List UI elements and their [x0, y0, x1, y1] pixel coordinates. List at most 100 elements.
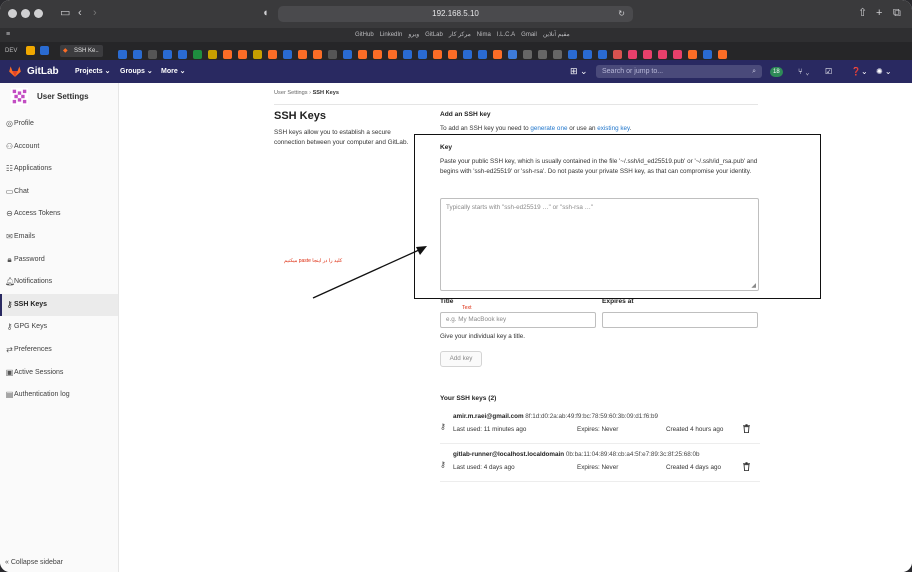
- sidebar-item-preferences[interactable]: ⇄ Preferences: [0, 339, 118, 361]
- new-tab-icon[interactable]: +: [876, 6, 882, 20]
- forward-icon[interactable]: ›: [93, 6, 97, 20]
- delete-key-icon[interactable]: [743, 462, 750, 471]
- tab-favicon-icon[interactable]: [688, 50, 697, 60]
- tab-favicon-icon[interactable]: [133, 50, 142, 60]
- more-menu[interactable]: More ⌄: [161, 60, 186, 83]
- resize-handle-icon[interactable]: ◢: [751, 282, 756, 289]
- sidebar-item-authentication-log[interactable]: ▤ Authentication log: [0, 384, 118, 406]
- sidebar-item-chat[interactable]: ▭ Chat: [0, 181, 118, 203]
- tab-favicon-icon[interactable]: [163, 50, 172, 60]
- tab-favicon-icon[interactable]: [388, 50, 397, 60]
- share-icon[interactable]: ⇧: [858, 6, 867, 20]
- back-icon[interactable]: ‹: [78, 6, 82, 20]
- close-window-button[interactable]: [8, 9, 17, 18]
- tab-favicon-icon[interactable]: [26, 46, 35, 55]
- tab-favicon-icon[interactable]: [628, 50, 637, 60]
- tab-favicon-icon[interactable]: [208, 50, 217, 60]
- tab-favicon-icon[interactable]: [478, 50, 487, 60]
- tab-favicon-icon[interactable]: [313, 50, 322, 60]
- tab-favicon-icon[interactable]: [328, 50, 337, 60]
- sidebar-item-applications[interactable]: ☷ Applications: [0, 158, 118, 180]
- ssh-key-title[interactable]: amir.m.raei@gmail.com 8f:1d:d0:2a:ab:49:…: [453, 413, 658, 420]
- sidebar-item-notifications[interactable]: 🔔︎ Notifications: [0, 271, 118, 293]
- title-input[interactable]: e.g. My MacBook key: [440, 312, 596, 328]
- key-textarea[interactable]: Typically starts with "ssh-ed25519 …" or…: [440, 198, 759, 291]
- tab-favicon-icon[interactable]: [118, 50, 127, 60]
- projects-menu[interactable]: Projects ⌄: [75, 60, 110, 83]
- tab-dev[interactable]: DEV: [5, 45, 17, 57]
- tab-overview-icon[interactable]: ⧉: [893, 6, 901, 20]
- ssh-key-row[interactable]: ⚷ gitlab-runner@localhost.localdomain 0b:…: [440, 451, 760, 487]
- bookmark-item[interactable]: Gmail: [521, 32, 537, 38]
- ssh-key-row[interactable]: ⚷ amir.m.raei@gmail.com 8f:1d:d0:2a:ab:49…: [440, 413, 760, 449]
- ssh-key-title[interactable]: gitlab-runner@localhost.localdomain 0b:b…: [453, 451, 700, 458]
- groups-menu[interactable]: Groups ⌄: [120, 60, 153, 83]
- sidebar-header[interactable]: User Settings: [0, 83, 118, 111]
- zoom-window-button[interactable]: [34, 9, 43, 18]
- address-bar[interactable]: 192.168.5.10 ↻: [278, 6, 633, 22]
- help-icon[interactable]: ❓⌄: [851, 60, 868, 83]
- sidebar-item-account[interactable]: ⚇ Account: [0, 136, 118, 158]
- generate-one-link[interactable]: generate one: [530, 125, 567, 132]
- tab-favicon-icon[interactable]: [718, 50, 727, 60]
- tab-favicon-icon[interactable]: [643, 50, 652, 60]
- sidebar-item-active-sessions[interactable]: ▣ Active Sessions: [0, 362, 118, 384]
- sidebar-toggle-icon[interactable]: ▭: [60, 6, 70, 20]
- reload-icon[interactable]: ↻: [618, 6, 625, 22]
- tab-favicon-icon[interactable]: [178, 50, 187, 60]
- sidebar-item-ssh-keys[interactable]: ⚷ SSH Keys: [0, 293, 118, 316]
- sidebar-item-emails[interactable]: ✉ Emails: [0, 226, 118, 248]
- bookmark-item[interactable]: مرکز کار: [449, 32, 471, 38]
- tab-favicon-icon[interactable]: [553, 50, 562, 60]
- expires-date-input[interactable]: [602, 312, 758, 328]
- tab-favicon-icon[interactable]: [253, 50, 262, 60]
- tab-favicon-icon[interactable]: [448, 50, 457, 60]
- bookmark-item[interactable]: I.L.C.A: [497, 32, 515, 38]
- tab-favicon-icon[interactable]: [598, 50, 607, 60]
- tab-favicon-icon[interactable]: [283, 50, 292, 60]
- tab-favicon-icon[interactable]: [523, 50, 532, 60]
- bookmark-item[interactable]: Nima: [477, 32, 491, 38]
- existing-key-link[interactable]: existing key: [597, 125, 629, 132]
- minimize-window-button[interactable]: [21, 9, 30, 18]
- tab-favicon-icon[interactable]: [463, 50, 472, 60]
- menu-icon[interactable]: ≡: [6, 28, 10, 42]
- bookmark-item[interactable]: GitHub: [355, 32, 374, 38]
- sidebar-item-access-tokens[interactable]: ⊖ Access Tokens: [0, 203, 118, 225]
- breadcrumb-ssh-keys[interactable]: SSH Keys: [313, 90, 339, 96]
- bookmark-item[interactable]: GitLab: [425, 32, 443, 38]
- merge-requests-icon[interactable]: ⑂ ⌄: [798, 60, 810, 83]
- add-key-button[interactable]: Add key: [440, 351, 482, 367]
- tab-favicon-icon[interactable]: [418, 50, 427, 60]
- tab-favicon-icon[interactable]: [658, 50, 667, 60]
- tab-favicon-icon[interactable]: [268, 50, 277, 60]
- tab-favicon-icon[interactable]: [613, 50, 622, 60]
- tab-favicon-icon[interactable]: [343, 50, 352, 60]
- tab-favicon-icon[interactable]: [508, 50, 517, 60]
- tab-favicon-icon[interactable]: [703, 50, 712, 60]
- tab-favicon-icon[interactable]: [298, 50, 307, 60]
- bookmark-item[interactable]: LinkedIn: [380, 32, 403, 38]
- tab-favicon-icon[interactable]: [223, 50, 232, 60]
- gitlab-logo-icon[interactable]: [8, 64, 22, 78]
- tab-favicon-icon[interactable]: [433, 50, 442, 60]
- tab-favicon-icon[interactable]: [193, 50, 202, 60]
- todos-icon[interactable]: ☑: [825, 60, 832, 83]
- sidebar-item-profile[interactable]: ◎ Profile: [0, 113, 118, 135]
- tab-favicon-icon[interactable]: [538, 50, 547, 60]
- tab-ssh-keys[interactable]: ◆ SSH Ke..: [60, 45, 103, 57]
- tab-favicon-icon[interactable]: [583, 50, 592, 60]
- tab-favicon-icon[interactable]: [673, 50, 682, 60]
- tab-favicon-icon[interactable]: [148, 50, 157, 60]
- tab-favicon-icon[interactable]: [373, 50, 382, 60]
- tab-favicon-icon[interactable]: [358, 50, 367, 60]
- tab-favicon-icon[interactable]: [40, 46, 49, 55]
- tab-favicon-icon[interactable]: [568, 50, 577, 60]
- user-avatar-menu[interactable]: ✺ ⌄: [876, 60, 892, 83]
- issues-count-badge[interactable]: 18: [770, 67, 783, 77]
- tab-favicon-icon[interactable]: [493, 50, 502, 60]
- sidebar-item-gpg-keys[interactable]: ⚷ GPG Keys: [0, 316, 118, 338]
- sidebar-item-password[interactable]: 🔒︎ Password: [0, 249, 118, 271]
- tab-favicon-icon[interactable]: [238, 50, 247, 60]
- bookmark-item[interactable]: ویرو: [408, 32, 419, 38]
